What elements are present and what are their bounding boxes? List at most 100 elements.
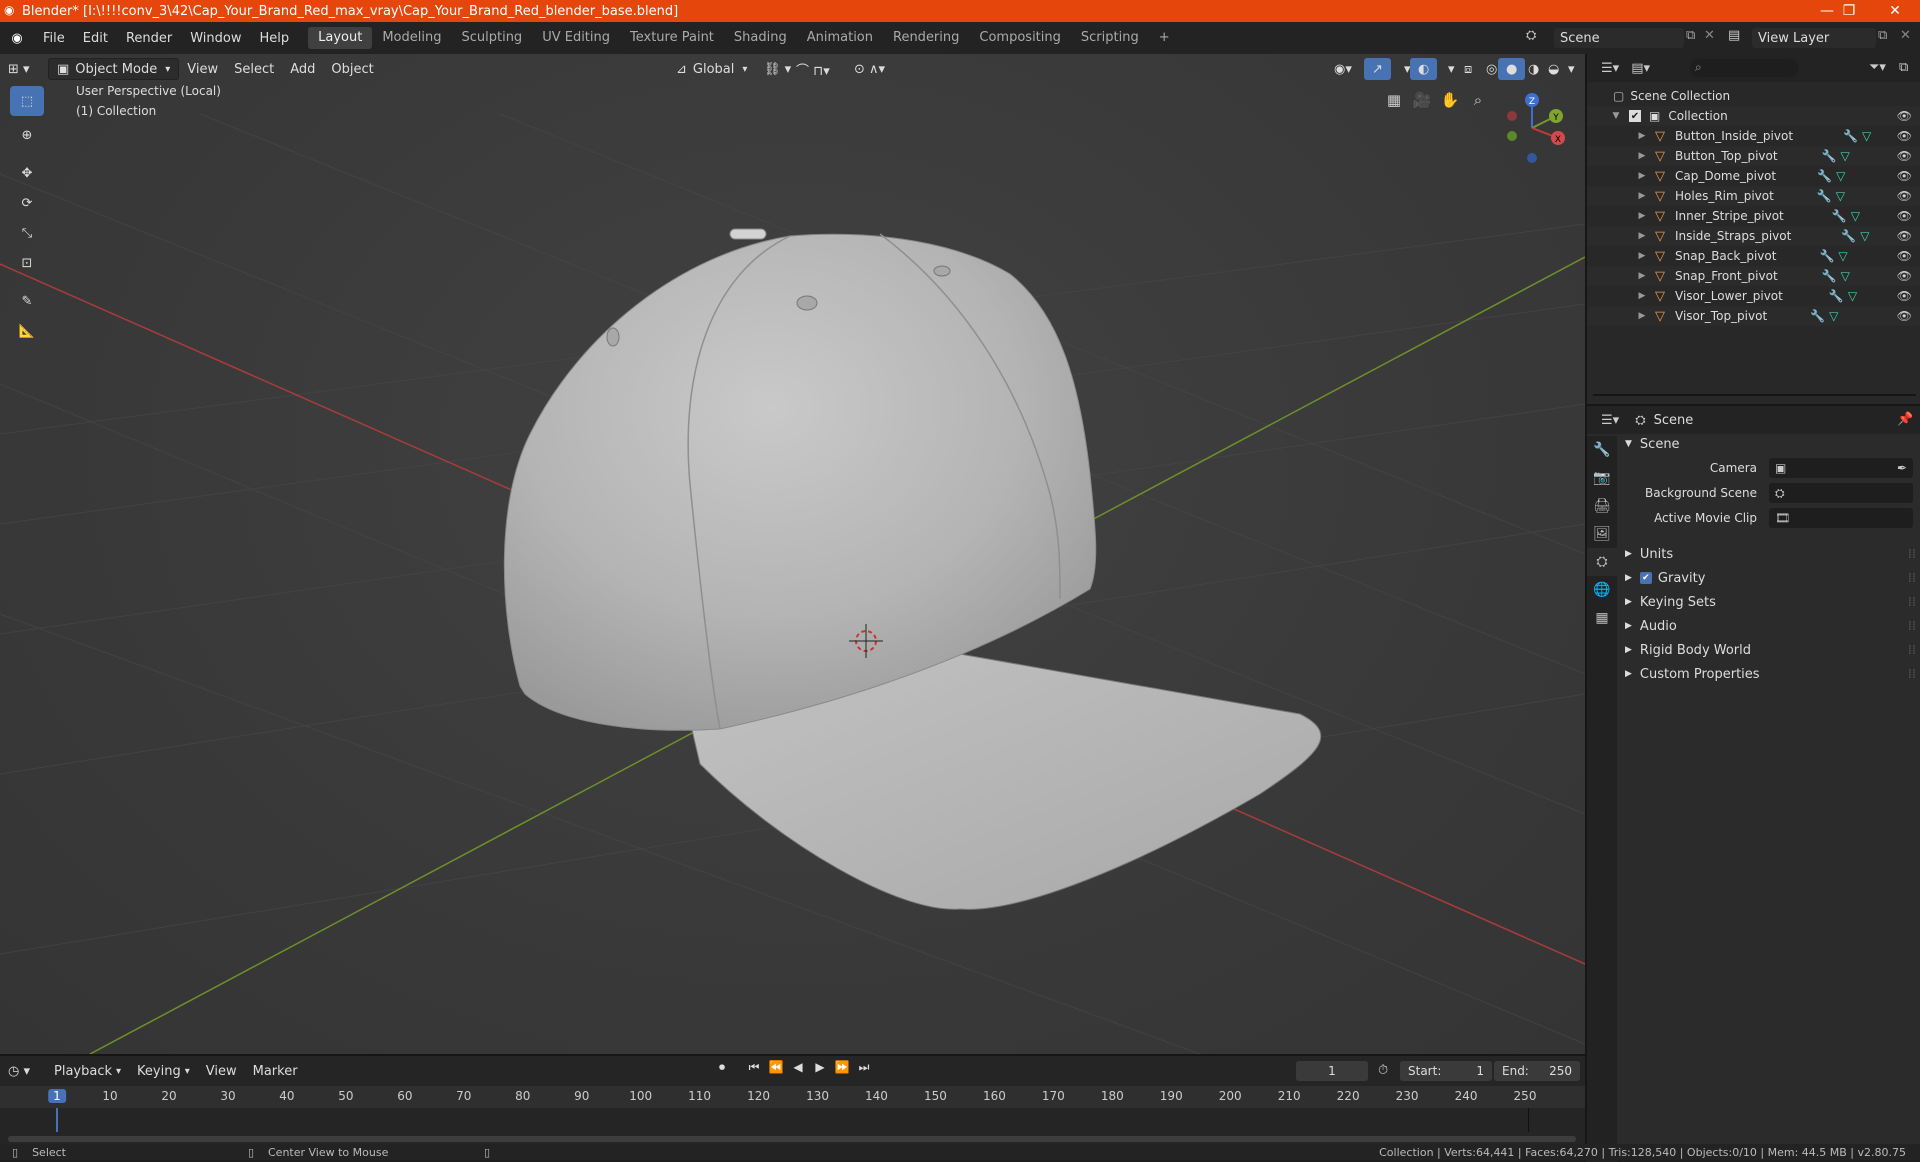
mesh-data-icon[interactable]: ▽ (1862, 129, 1871, 143)
viewport-menu-add[interactable]: Add (282, 58, 323, 80)
add-workspace-button[interactable]: + (1149, 27, 1180, 49)
navigation-gizmo[interactable]: Z Y X (1496, 88, 1568, 168)
mesh-data-icon[interactable]: ▽ (1838, 249, 1847, 263)
properties-section-audio[interactable]: ▶ Audio ⁞⁞ (1617, 614, 1920, 638)
eye-icon[interactable]: 👁 (1897, 289, 1912, 303)
delete-view-layer-icon[interactable]: ✕ (1900, 28, 1911, 43)
select-box-tool-icon[interactable]: ⬚ (10, 86, 44, 116)
display-mode-icon[interactable]: ▤▾ (1631, 61, 1650, 76)
view-layer-properties-icon[interactable]: 🖼 (1587, 520, 1617, 548)
eye-icon[interactable]: 👁 (1897, 269, 1912, 283)
outliner-object-row[interactable]: ▶ ▽ Inner_Stripe_pivot 🔧 ▽ 👁 (1587, 206, 1920, 226)
next-keyframe-icon[interactable]: ⏩ (832, 1060, 852, 1075)
eye-icon[interactable]: 👁 (1897, 149, 1912, 163)
editor-type-icon[interactable]: ◷ ▾ (0, 1060, 46, 1082)
tab-compositing[interactable]: Compositing (969, 27, 1071, 49)
play-icon[interactable]: ▶ (810, 1060, 830, 1075)
eye-icon[interactable]: 👁 (1897, 249, 1912, 263)
menu-window[interactable]: Window (181, 31, 250, 46)
new-scene-icon[interactable]: ⧉ (1686, 28, 1695, 43)
maximize-button[interactable]: ❐ (1826, 0, 1872, 22)
mesh-data-icon[interactable]: ▽ (1848, 289, 1857, 303)
record-icon[interactable]: ⏺ (712, 1060, 732, 1075)
camera-view-icon[interactable]: 🎥 (1408, 86, 1436, 114)
render-properties-icon[interactable]: 📷 (1587, 464, 1617, 492)
properties-section-custom-properties[interactable]: ▶ Custom Properties ⁞⁞ (1617, 662, 1920, 686)
wrench-icon[interactable]: 🔧 (1822, 149, 1837, 163)
eyedropper-icon[interactable]: ✒ (1897, 461, 1907, 475)
tab-shading[interactable]: Shading (724, 27, 797, 49)
scene-selector[interactable]: Scene (1554, 28, 1684, 48)
outliner-collection[interactable]: ▼ ✔ ▣ Collection 👁 (1587, 106, 1920, 126)
mesh-data-icon[interactable]: ▽ (1836, 169, 1845, 183)
menu-render[interactable]: Render (117, 31, 181, 46)
expand-triangle-icon[interactable]: ▶ (1637, 291, 1647, 301)
menu-help[interactable]: Help (251, 31, 299, 46)
background-scene-field[interactable]: ⛭ (1769, 483, 1913, 503)
expand-triangle-icon[interactable]: ▶ (1637, 311, 1647, 321)
perspective-toggle-icon[interactable]: ▦ (1380, 86, 1408, 114)
wrench-icon[interactable]: 🔧 (1832, 209, 1847, 223)
prev-keyframe-icon[interactable]: ⏪ (766, 1060, 786, 1075)
tab-texture-paint[interactable]: Texture Paint (620, 27, 724, 49)
expand-triangle-icon[interactable]: ▶ (1637, 191, 1647, 201)
wrench-icon[interactable]: 🔧 (1810, 309, 1825, 323)
outliner-search-input[interactable] (1689, 58, 1799, 78)
camera-field[interactable]: ▣ ✒ (1769, 458, 1913, 478)
tab-layout[interactable]: Layout (308, 27, 373, 49)
tab-modeling[interactable]: Modeling (372, 27, 451, 49)
mesh-data-icon[interactable]: ▽ (1860, 229, 1869, 243)
visibility-icon[interactable]: ◉▾ (1326, 58, 1360, 80)
drag-handle-icon[interactable]: ⁞⁞ (1908, 571, 1916, 586)
expand-triangle-icon[interactable]: ▼ (1611, 111, 1621, 121)
world-properties-icon[interactable]: 🌐 (1587, 576, 1617, 604)
outliner-object-row[interactable]: ▶ ▽ Cap_Dome_pivot 🔧 ▽ 👁 (1587, 166, 1920, 186)
expand-triangle-icon[interactable]: ▶ (1637, 271, 1647, 281)
wrench-icon[interactable]: 🔧 (1819, 249, 1834, 263)
menu-file[interactable]: File (34, 31, 74, 46)
start-frame-field[interactable]: Start: 1 (1400, 1061, 1492, 1081)
wrench-icon[interactable]: 🔧 (1829, 289, 1844, 303)
scale-tool-icon[interactable]: ⤡ (10, 218, 44, 248)
wrench-icon[interactable]: 🔧 (1817, 189, 1832, 203)
view-layer-icon[interactable]: ▤ (1728, 28, 1740, 43)
include-checkbox[interactable]: ✔ (1629, 110, 1641, 122)
outliner-object-row[interactable]: ▶ ▽ Snap_Back_pivot 🔧 ▽ 👁 (1587, 246, 1920, 266)
jump-end-icon[interactable]: ⏭ (854, 1060, 874, 1075)
drag-handle-icon[interactable]: ⁞⁞ (1908, 619, 1916, 634)
expand-triangle-icon[interactable]: ▶ (1637, 211, 1647, 221)
drag-handle-icon[interactable]: ⁞⁞ (1908, 547, 1916, 562)
texture-properties-icon[interactable]: ▦ (1587, 604, 1617, 632)
wrench-icon[interactable]: 🔧 (1843, 129, 1858, 143)
blender-menu-icon[interactable]: ◉ (0, 31, 34, 46)
mesh-data-icon[interactable]: ▽ (1851, 209, 1860, 223)
drag-handle-icon[interactable]: ⁞⁞ (1908, 643, 1916, 658)
eye-icon[interactable]: 👁 (1897, 189, 1912, 203)
properties-section-gravity[interactable]: ▶ ✔ Gravity ⁞⁞ (1617, 566, 1920, 590)
menu-edit[interactable]: Edit (74, 31, 117, 46)
zoom-icon[interactable]: ⌕ (1464, 86, 1492, 114)
tab-rendering[interactable]: Rendering (883, 27, 969, 49)
outliner-object-row[interactable]: ▶ ▽ Visor_Top_pivot 🔧 ▽ 👁 (1587, 306, 1920, 326)
expand-triangle-icon[interactable]: ▶ (1637, 131, 1647, 141)
end-frame-field[interactable]: End: 250 (1494, 1061, 1580, 1081)
3d-viewport[interactable]: ⊞ ▾ ▣ Object Mode ▾ View Select Add Obje… (0, 54, 1585, 1054)
viewport-menu-view[interactable]: View (179, 58, 226, 80)
outliner-object-row[interactable]: ▶ ▽ Button_Inside_pivot 🔧 ▽ 👁 (1587, 126, 1920, 146)
scene-icon[interactable]: ⛭ (1526, 28, 1536, 43)
outliner-object-row[interactable]: ▶ ▽ Visor_Lower_pivot 🔧 ▽ 👁 (1587, 286, 1920, 306)
new-view-layer-icon[interactable]: ⧉ (1878, 28, 1887, 43)
view-layer-selector[interactable]: View Layer (1752, 28, 1876, 48)
outliner-object-row[interactable]: ▶ ▽ Inside_Straps_pivot 🔧 ▽ 👁 (1587, 226, 1920, 246)
timeline-menu-playback[interactable]: Playback ▾ (46, 1060, 129, 1082)
timeline-scrollbar[interactable] (8, 1136, 1576, 1142)
play-reverse-icon[interactable]: ◀ (788, 1060, 808, 1075)
viewport-menu-object[interactable]: Object (323, 58, 381, 80)
mode-dropdown[interactable]: ▣ Object Mode ▾ (48, 58, 180, 80)
current-frame-field[interactable]: 1 (1296, 1061, 1368, 1081)
timeline-menu-view[interactable]: View (198, 1060, 245, 1082)
outliner-scene-collection[interactable]: ▢ Scene Collection (1587, 86, 1920, 106)
delete-scene-icon[interactable]: ✕ (1704, 28, 1715, 43)
tab-animation[interactable]: Animation (797, 27, 883, 49)
expand-triangle-icon[interactable]: ▶ (1637, 151, 1647, 161)
